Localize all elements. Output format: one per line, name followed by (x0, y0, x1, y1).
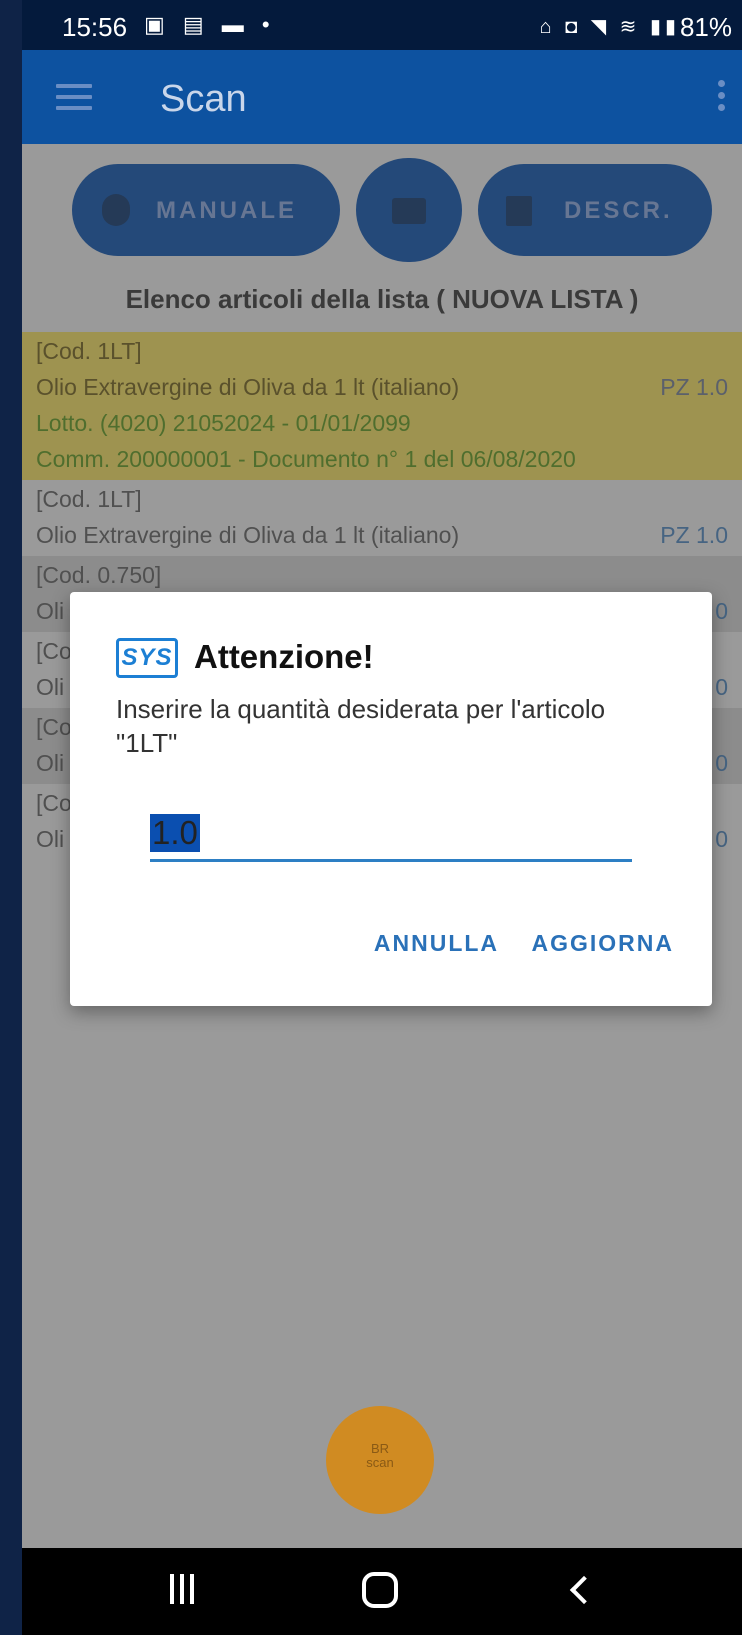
notification-icons: ▣ ▤ ▬ • (144, 12, 276, 37)
status-time: 15:56 (62, 12, 128, 42)
recents-icon[interactable] (170, 1574, 202, 1604)
update-button[interactable]: AGGIORNA (532, 930, 675, 957)
quantity-input-value: 1.0 (150, 814, 200, 852)
barcode-scan-fab[interactable]: BR scan (326, 1406, 434, 1514)
home-icon[interactable] (362, 1572, 398, 1608)
battery-level: 81% (679, 12, 732, 42)
system-status-icons: ⌂ ◘ ◥ ≋ ▮▮ (539, 16, 680, 38)
dialog-message: Inserire la quantità desiderata per l'ar… (116, 694, 606, 758)
dialog-actions: ANNULLA AGGIORNA (346, 930, 674, 957)
back-icon[interactable] (569, 1575, 599, 1605)
cancel-button[interactable]: ANNULLA (374, 930, 499, 957)
app-title: Scan (160, 78, 247, 120)
dialog-title: Attenzione! (194, 638, 374, 675)
quantity-dialog: SYS Attenzione! Inserire la quantità des… (70, 592, 712, 1006)
sys-logo-icon: SYS (116, 638, 178, 678)
quantity-input[interactable]: 1.0 (150, 804, 632, 862)
overflow-menu-icon[interactable] (718, 80, 726, 116)
app-bar: Scan (22, 50, 742, 144)
hamburger-menu-icon[interactable] (56, 84, 92, 110)
barcode-scan-icon: BR scan (366, 1441, 394, 1470)
status-bar: 15:56 ▣ ▤ ▬ • ⌂ ◘ ◥ ≋ ▮▮ 81% (22, 0, 742, 50)
system-navigation-bar (22, 1548, 742, 1635)
